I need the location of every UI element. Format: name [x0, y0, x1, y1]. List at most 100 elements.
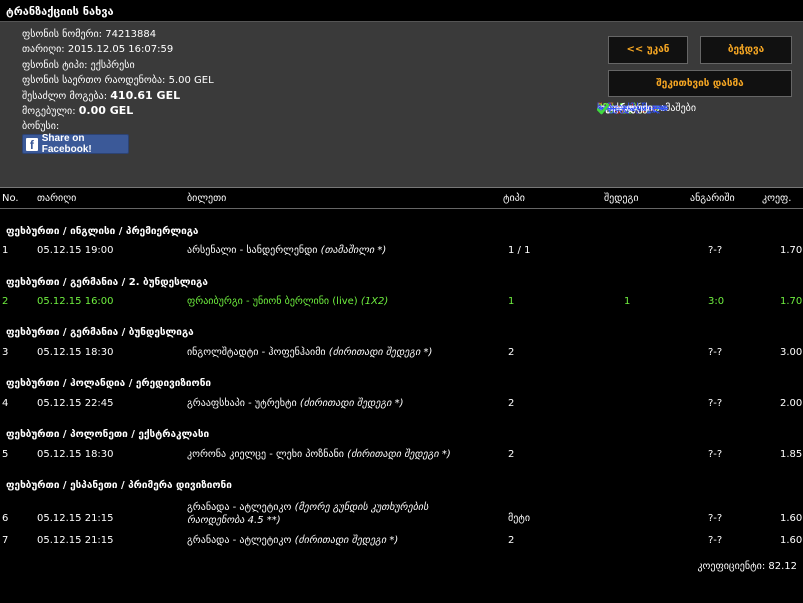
- league-group-header: ფეხბურთი / გერმანია / ბუნდესლიგა: [6, 327, 194, 338]
- cell-type: 2: [508, 449, 515, 460]
- cell-date: 05.12.15 22:45: [37, 398, 114, 409]
- bet-info-list: ფსონის ნომერი: 74213884 თარიღი: 2015.12.0…: [22, 27, 214, 134]
- event-name: კორონა კიელცე - ლეხი პოზნანი: [187, 449, 344, 460]
- col-score: ანგარიში: [690, 193, 735, 204]
- col-type: ტიპი: [503, 193, 525, 204]
- cell-no: 3: [2, 347, 9, 358]
- info-label: ბონუსი:: [22, 120, 60, 132]
- event-market: (ძირითადი შედეგი *): [328, 347, 433, 358]
- info-value: 2015.12.05 16:07:59: [67, 44, 174, 56]
- cell-no: 1: [2, 245, 9, 256]
- col-odds: კოეფ.: [762, 193, 792, 204]
- facebook-share-label: Share on Facebook!: [41, 133, 92, 155]
- cell-no: 4: [2, 398, 9, 409]
- cell-odds: 2.00: [780, 398, 803, 409]
- info-label: თარიღი:: [22, 44, 65, 56]
- table-row: 5 05.12.15 18:30 2 ?-? 1.85 კორონა კიელცე - ლ…: [0, 449, 803, 463]
- league-group-header: ფეხბურთი / ესპანეთი / პრიმერა დივიზიონი: [6, 480, 232, 491]
- event-name: გრანადა - ატლეტიკო: [187, 502, 292, 513]
- facebook-share-button[interactable]: f Share on Facebook!: [22, 133, 129, 155]
- cell-no: 5: [2, 449, 9, 460]
- info-label: ფსონის ტიპი:: [22, 59, 88, 71]
- event-name: გრააფსხაპი - უტრეხტი: [187, 398, 297, 409]
- legend-odd-text: = ლუქი: [615, 103, 653, 114]
- info-value: 5.00 GEL: [168, 74, 214, 86]
- cell-score: 3:0: [708, 296, 725, 307]
- info-value: ექსპრესი: [90, 59, 135, 71]
- cell-type: 2: [508, 347, 515, 358]
- page-title: ტრანზაქციის ნახვა: [6, 5, 114, 18]
- table-row: 3 05.12.15 18:30 2 ?-? 3.00 ინგოლშტადტი - ჰოფ…: [0, 347, 803, 361]
- league-group-header: ფეხბურთი / გერმანია / 2. ბუნდესლიგა: [6, 277, 208, 288]
- cell-type: 1 / 1: [508, 245, 531, 256]
- back-button-label: << უკან: [626, 44, 670, 55]
- col-date: თარიღი: [37, 193, 77, 204]
- cell-score: ?-?: [708, 535, 723, 546]
- cell-date: 05.12.15 21:15: [37, 535, 114, 546]
- cell-event: კორონა კიელცე - ლეხი პოზნანი (ძირითადი შ…: [187, 449, 451, 460]
- cell-odds: 1.70: [780, 245, 803, 256]
- info-value: 410.61 GEL: [110, 89, 181, 103]
- info-line: მოგებული: 0.00 GEL: [22, 103, 214, 118]
- info-line: ფსონის ტიპი: ექსპრესი: [22, 58, 214, 73]
- event-market: (1X2): [360, 296, 389, 307]
- cell-odds: 1.60: [780, 535, 803, 546]
- event-market: (ძირითადი შედეგი *): [347, 449, 451, 460]
- event-name: ინგოლშტადტი - ჰოფენჰაიმი: [187, 347, 326, 358]
- col-result: შედეგი: [604, 193, 639, 204]
- cell-score: ?-?: [708, 398, 723, 409]
- table-row: 4 05.12.15 22:45 2 ?-? 2.00 გრააფსხაპი - უტრე…: [0, 398, 803, 412]
- cell-event: გრანადა - ატლეტიკო (მეორე გუნდის კუთხურე…: [187, 501, 477, 527]
- cell-event: ფრაიბურგი - უნიონ ბერლინი (live) (1X2): [187, 296, 388, 307]
- cell-type: 1: [508, 296, 515, 307]
- league-group-header: ფეხბურთი / პოლონეთი / ექსტრაკლასი: [6, 429, 210, 440]
- cell-date: 05.12.15 21:15: [37, 513, 114, 524]
- cell-type: მეტი: [508, 513, 531, 524]
- back-button[interactable]: << უკან: [608, 36, 688, 64]
- cell-type: 2: [508, 535, 515, 546]
- info-line: ბონუსი:: [22, 119, 214, 134]
- cell-score: ?-?: [708, 449, 723, 460]
- info-value: 74213884: [105, 29, 157, 40]
- cell-event: გრანადა - ატლეტიკო (ძირითადი შედეგი *): [187, 535, 398, 546]
- cell-event: ინგოლშტადტი - ჰოფენჰაიმი (ძირითადი შედეგ…: [187, 347, 432, 358]
- cell-date: 05.12.15 18:30: [37, 347, 114, 358]
- cell-no: 2: [2, 296, 9, 307]
- facebook-icon: f: [26, 137, 38, 152]
- table-row: 2 05.12.15 16:00 1 1 3:0 1.70 ფრაიბურგი - უნიო…: [0, 296, 803, 310]
- total-odds: კოეფიციენტი: 82.12: [697, 561, 797, 572]
- event-market: (ძირითადი შედეგი *): [294, 535, 399, 546]
- cell-score: ?-?: [708, 347, 723, 358]
- table-header: No. თარიღი ბილეთი ტიპი შედეგი ანგარიში კ…: [0, 189, 803, 209]
- col-event: ბილეთი: [187, 193, 227, 204]
- cell-date: 05.12.15 19:00: [37, 245, 114, 256]
- info-line: ფსონის საერთო რაოდენობა: 5.00 GEL: [22, 73, 214, 88]
- cell-odds: 3.00: [780, 347, 803, 358]
- cell-no: 6: [2, 513, 9, 524]
- info-value: 0.00 GEL: [78, 104, 134, 118]
- info-line: შესაძლო მოგება: 410.61 GEL: [22, 88, 214, 103]
- cell-event: არსენალი - სანდერლენდი (თამაშილი *): [187, 245, 386, 256]
- cell-odds: 1.70: [780, 296, 803, 307]
- table-row: 7 05.12.15 21:15 2 ?-? 1.60 გრანადა - ატლეტიკ…: [0, 535, 803, 549]
- table-row: 1 05.12.15 19:00 1 / 1 ?-? 1.70 არსენალი - სა…: [0, 245, 803, 259]
- cell-odds: 1.60: [780, 513, 803, 524]
- event-market: (ძირითადი შედეგი *): [299, 398, 404, 409]
- table-row: 6 05.12.15 21:15 მეტი ?-? 1.60 გრანადა - ატლე…: [0, 502, 803, 530]
- league-group-header: ფეხბურთი / ჰოლანდია / ერედივიზიონი: [6, 378, 212, 389]
- event-name: გრანადა - ატლეტიკო: [187, 535, 292, 546]
- cell-result: 1: [624, 296, 631, 307]
- league-group-header: ფეხბურთი / ინგლისი / პრემიერლიგა: [6, 226, 199, 237]
- print-button[interactable]: ბეჭდვა: [700, 36, 792, 64]
- cell-event: გრააფსხაპი - უტრეხტი (ძირითადი შედეგი *): [187, 398, 404, 409]
- cell-type: 2: [508, 398, 515, 409]
- event-name: ფრაიბურგი - უნიონ ბერლინი (live): [187, 296, 358, 307]
- window-titlebar: ტრანზაქციის ნახვა: [0, 0, 803, 22]
- cell-no: 7: [2, 535, 9, 546]
- info-label: მოგებული:: [22, 106, 76, 118]
- info-label: შესაძლო მოგება:: [22, 91, 108, 103]
- event-market: (თამაშილი *): [320, 245, 387, 256]
- ask-question-button[interactable]: შეკითხვის დასმა: [608, 70, 792, 97]
- info-line: ფსონის ნომერი: 74213884: [22, 27, 214, 42]
- cell-score: ?-?: [708, 513, 723, 524]
